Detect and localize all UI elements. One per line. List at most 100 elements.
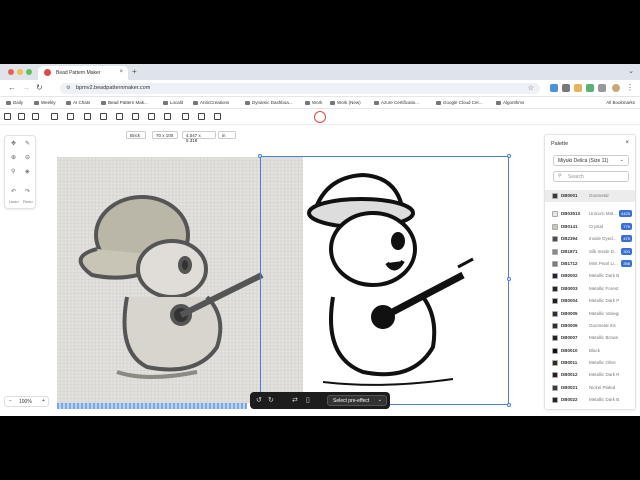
size-field[interactable]: 70 x 100: [152, 131, 178, 139]
canvas-area[interactable]: ✥ ✎ ⊕ ⊖ ⚲ ◈ ↶ ↷ Undo Redo Brick 70 x 100…: [0, 125, 540, 416]
new-tab-button[interactable]: +: [132, 67, 137, 76]
extension-icon[interactable]: [586, 84, 594, 92]
rotate-left-icon[interactable]: ↺: [256, 396, 262, 404]
zoom-out-icon[interactable]: ⊖: [25, 154, 30, 161]
extensions-puzzle-icon[interactable]: [598, 84, 606, 92]
split-view-icon[interactable]: ▯: [306, 396, 310, 404]
settings-icon[interactable]: [214, 113, 221, 120]
all-bookmarks-button[interactable]: All Bookmarks: [606, 100, 635, 105]
forward-icon[interactable]: →: [22, 83, 30, 92]
selection-frame[interactable]: [260, 156, 509, 405]
bookmark-item[interactable]: Localit: [163, 100, 183, 105]
palette-item[interactable]: DB1871 Silk Inside D... 303: [545, 246, 635, 258]
resize-handle[interactable]: [507, 154, 511, 158]
dimensions-field[interactable]: 4.047 x 5.318: [182, 131, 216, 143]
palette-item[interactable]: DB1712 Mint Pearl Li... 398: [545, 258, 635, 270]
flip-icon[interactable]: ⇄: [292, 396, 298, 404]
color-swatch: [552, 384, 558, 391]
extension-icon[interactable]: [574, 84, 582, 92]
close-window-button[interactable]: [8, 69, 14, 75]
zoom-in-button[interactable]: +: [42, 398, 45, 404]
book-icon[interactable]: [198, 113, 205, 120]
palette-item[interactable]: DB0351X Unicorn Mat... 4425: [545, 208, 635, 220]
site-info-icon[interactable]: ⚙: [66, 85, 70, 91]
palette-item[interactable]: DB0005 Metallic Variegated Blue...: [545, 308, 635, 320]
bookmark-item[interactable]: Dynamic Dashboa...: [245, 100, 293, 105]
move-tool-icon[interactable]: ✥: [11, 140, 16, 147]
zoom-in-icon[interactable]: ⊕: [11, 154, 16, 161]
palette-item[interactable]: DB0007 Metallic Brown Iris: [545, 332, 635, 344]
palette-item[interactable]: DB0141 Crystal 776: [545, 221, 635, 233]
unit-select[interactable]: in: [218, 131, 236, 139]
bookmark-item[interactable]: Work: [305, 100, 322, 105]
bookmark-item[interactable]: Work (New): [330, 100, 361, 105]
pre-effect-select[interactable]: Select pre-effect ⌄: [327, 395, 387, 406]
text-icon[interactable]: [164, 113, 171, 120]
menu-kebab-icon[interactable]: ⋮: [626, 83, 634, 92]
print-icon[interactable]: [84, 113, 91, 120]
rotate-right-icon[interactable]: ↻: [268, 396, 274, 404]
adjust-icon[interactable]: [132, 113, 139, 120]
new-file-icon[interactable]: [18, 113, 25, 120]
palette-item[interactable]: DB0022 Metallic Dark Bronze: [545, 394, 635, 406]
palette-item[interactable]: DB0012 Metallic Dark Raspberry...: [545, 369, 635, 381]
pencil-tool-icon[interactable]: ✎: [25, 140, 30, 147]
undo-icon[interactable]: ↶: [11, 188, 16, 195]
tab-bead-pattern-maker[interactable]: Bead Pattern Maker ×: [38, 66, 128, 80]
save-icon[interactable]: [51, 113, 58, 120]
maximize-window-button[interactable]: [26, 69, 32, 75]
palette-item[interactable]: DB0002 Metallic Dark Blue Iris: [545, 270, 635, 282]
extension-icon[interactable]: [550, 84, 558, 92]
bookmark-star-icon[interactable]: ☆: [528, 84, 534, 92]
bookmark-item[interactable]: Azure Certificatio...: [374, 100, 419, 105]
palette-item[interactable]: DB2394 Inside Dyed... 475: [545, 233, 635, 245]
palette-item[interactable]: DB0011 Metallic Olive: [545, 357, 635, 369]
fill-icon[interactable]: ◈: [25, 168, 30, 175]
stitch-select[interactable]: Brick: [126, 131, 146, 139]
palette-search-input[interactable]: ⚲ Search: [553, 171, 629, 182]
bead-name: Metallic Brown Iris: [589, 335, 619, 341]
bead-code: DB0351X: [561, 211, 581, 217]
resize-handle[interactable]: [258, 154, 262, 158]
profile-avatar[interactable]: [612, 84, 620, 92]
palette-panel: Palette × Miyuki Delica (Size 11) ⌄ ⚲ Se…: [544, 134, 636, 410]
image-icon[interactable]: [100, 113, 107, 120]
bookmark-item[interactable]: AnticCreations: [193, 100, 229, 105]
grid-icon[interactable]: [182, 113, 189, 120]
left-tool-panel: ✥ ✎ ⊕ ⊖ ⚲ ◈ ↶ ↷ Undo Redo: [4, 135, 36, 209]
bookmark-item[interactable]: Daily: [6, 100, 23, 105]
bookmark-item[interactable]: Weekly: [34, 100, 56, 105]
palette-item[interactable]: DB0001 Gunmetal: [545, 190, 635, 203]
minimize-window-button[interactable]: [17, 69, 23, 75]
resize-handle[interactable]: [507, 277, 511, 281]
palette-item[interactable]: DB0010 Black: [545, 345, 635, 357]
url-input[interactable]: ⚙ bpmv2.beadpatternmaker.com ☆: [60, 83, 540, 94]
resize-handle[interactable]: [507, 403, 511, 407]
tab-search-icon[interactable]: ⌄: [628, 67, 634, 75]
palette-close-icon[interactable]: ×: [625, 140, 629, 146]
bookmark-item[interactable]: Google Cloud Cer...: [436, 100, 483, 105]
palette-item[interactable]: DB0004 Metallic Dark Plum Iris: [545, 295, 635, 307]
redo-icon[interactable]: ↷: [25, 188, 30, 195]
bead-count-badge: 4425: [619, 210, 632, 218]
bookmark-item[interactable]: AI Chats: [66, 100, 90, 105]
zoom-level[interactable]: 100%: [19, 399, 32, 405]
palette-item[interactable]: DB0003 Metallic Forest Green Iris: [545, 283, 635, 295]
magic-icon[interactable]: [148, 113, 155, 120]
bookmark-item[interactable]: Bead Pattern Mak...: [101, 100, 148, 105]
reload-icon[interactable]: ↻: [36, 83, 43, 92]
zoom-out-button[interactable]: −: [9, 398, 12, 404]
crop-icon[interactable]: [116, 113, 123, 120]
extension-icon[interactable]: [562, 84, 570, 92]
palette-item[interactable]: DB0021 Nickel Plated: [545, 382, 635, 394]
bookmark-item[interactable]: Algorithms: [496, 100, 524, 105]
layers-icon[interactable]: [32, 113, 39, 120]
brand-select[interactable]: Miyuki Delica (Size 11) ⌄: [553, 155, 629, 166]
tab-close-icon[interactable]: ×: [119, 69, 123, 75]
back-icon[interactable]: ←: [8, 83, 16, 92]
eyedropper-icon[interactable]: ⚲: [11, 168, 15, 175]
menu-icon[interactable]: [4, 113, 11, 120]
palette-item[interactable]: DB0006 Gunmetal Iris: [545, 320, 635, 332]
export-icon[interactable]: [67, 113, 74, 120]
color-swatch: [552, 236, 558, 243]
